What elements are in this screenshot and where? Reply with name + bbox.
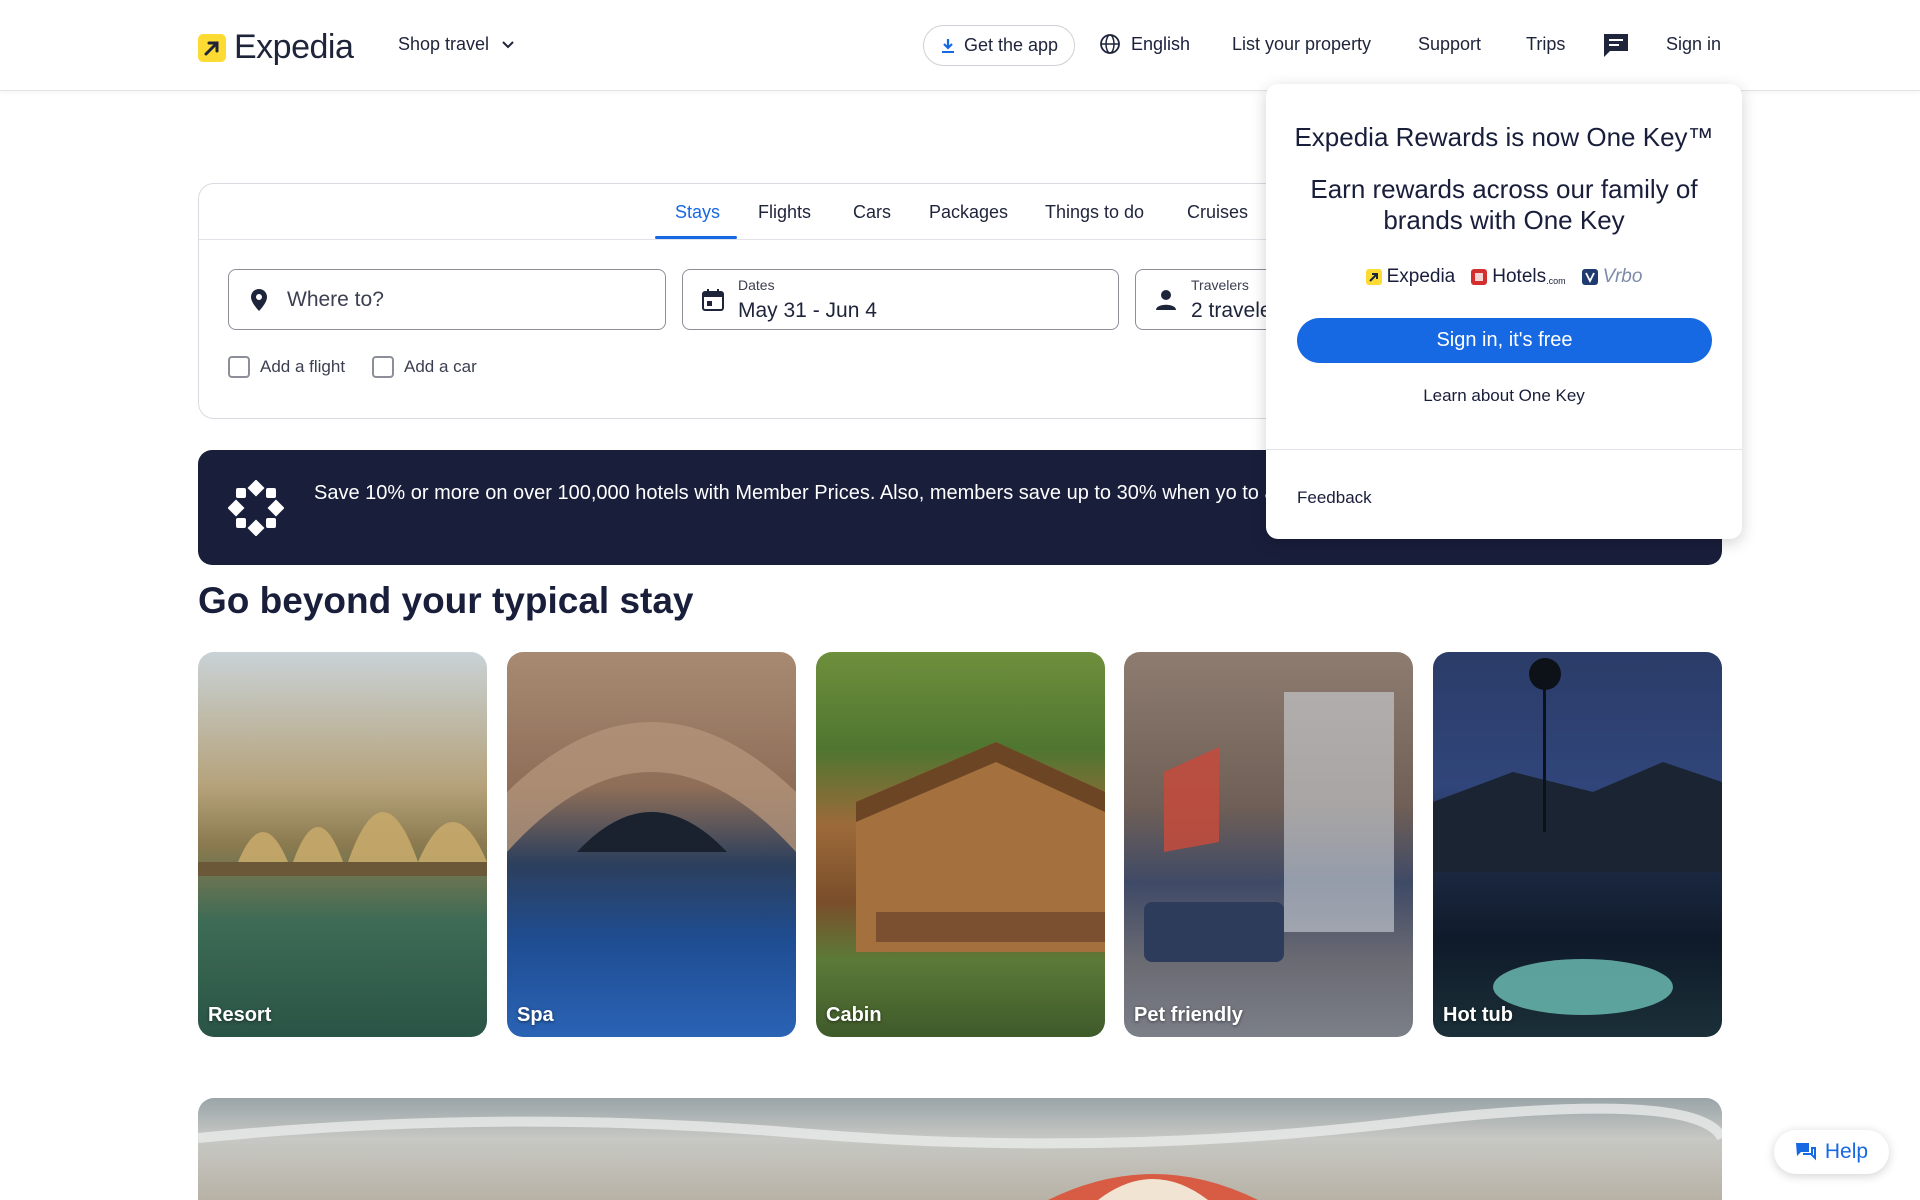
active-tab-indicator — [655, 236, 737, 239]
hotels-brand-label: Hotels — [1492, 266, 1547, 287]
card-label: Resort — [208, 1004, 272, 1026]
get-app-label: Get the app — [964, 35, 1059, 55]
expedia-logo[interactable]: Expedia — [198, 28, 354, 67]
destination-placeholder: Where to? — [287, 287, 384, 311]
get-app-button[interactable]: Get the app — [923, 25, 1076, 66]
expedia-brand-label: Expedia — [1386, 266, 1456, 287]
spa-image — [507, 722, 796, 852]
logo-text: Expedia — [234, 28, 354, 66]
top-header: Expedia Shop travel Get the app English … — [0, 0, 1920, 91]
travelers-value: 2 travele — [1191, 299, 1272, 322]
calendar-icon — [701, 288, 725, 312]
pet-friendly-card[interactable]: Pet friendly — [1124, 652, 1413, 1037]
shop-travel-menu[interactable]: Shop travel — [398, 34, 515, 55]
add-car-label: Add a car — [404, 357, 477, 376]
travelers-label: Travelers — [1191, 277, 1249, 293]
checkbox-box — [372, 356, 394, 378]
divider — [1266, 449, 1742, 450]
section-title: Go beyond your typical stay — [198, 580, 694, 621]
help-button[interactable]: Help — [1774, 1130, 1889, 1174]
tab-flights[interactable]: Flights — [758, 202, 811, 223]
tab-packages[interactable]: Packages — [929, 202, 1008, 223]
popover-title: Expedia Rewards is now One Key™ — [1294, 122, 1714, 152]
pet-friendly-image — [1144, 692, 1394, 962]
member-badge-icon — [227, 479, 285, 541]
cabin-image — [856, 742, 1105, 952]
support-link[interactable]: Support — [1418, 34, 1481, 55]
trips-link[interactable]: Trips — [1526, 34, 1565, 55]
promo-image — [198, 1098, 1722, 1200]
add-flight-label: Add a flight — [260, 357, 346, 376]
tab-things-to-do[interactable]: Things to do — [1045, 202, 1144, 223]
resort-card[interactable]: Resort — [198, 652, 487, 1037]
card-label: Pet friendly — [1134, 1004, 1243, 1026]
dates-label: Dates — [738, 277, 775, 293]
vrbo-brand-label: Vrbo — [1602, 266, 1643, 287]
tab-cruises[interactable]: Cruises — [1187, 202, 1248, 223]
card-label: Hot tub — [1443, 1004, 1513, 1026]
add-flight-checkbox[interactable]: Add a flight — [228, 356, 345, 378]
list-property-link[interactable]: List your property — [1232, 34, 1371, 55]
vrbo-brand: Vrbo — [1581, 266, 1643, 288]
expedia-logo-icon — [1365, 269, 1382, 285]
one-key-popover: Expedia Rewards is now One Key™ Earn rew… — [1266, 84, 1742, 539]
language-selector[interactable]: English — [1099, 33, 1190, 55]
spa-card[interactable]: Spa — [507, 652, 796, 1037]
brand-logos: Expedia Hotels .com Vrbo — [1266, 266, 1742, 288]
sign-in-link[interactable]: Sign in — [1666, 34, 1721, 55]
help-label: Help — [1824, 1140, 1869, 1163]
destination-field[interactable]: Where to? — [228, 269, 666, 330]
resort-image — [198, 812, 487, 876]
expedia-logo-icon — [198, 33, 226, 62]
hot-tub-image — [1433, 658, 1722, 1015]
expedia-brand: Expedia — [1365, 266, 1456, 288]
cabin-card[interactable]: Cabin — [816, 652, 1105, 1037]
add-car-checkbox[interactable]: Add a car — [372, 356, 477, 378]
hotels-brand-suffix: .com — [1546, 276, 1566, 286]
message-icon[interactable] — [1602, 32, 1630, 63]
vrbo-logo-icon — [1581, 269, 1598, 285]
chevron-down-icon — [502, 40, 514, 48]
globe-icon — [1100, 34, 1120, 54]
download-icon — [942, 38, 954, 53]
chat-bubbles-icon — [1795, 1143, 1816, 1161]
dates-field[interactable]: Dates May 31 - Jun 4 — [682, 269, 1119, 330]
beach-umbrella-image — [198, 1103, 1722, 1200]
dates-value: May 31 - Jun 4 — [738, 299, 877, 322]
person-icon — [1154, 289, 1178, 311]
tab-stays[interactable]: Stays — [675, 202, 720, 223]
language-label: English — [1131, 33, 1191, 54]
location-pin-icon — [247, 288, 271, 312]
popover-subtitle: Earn rewards across our family of brands… — [1310, 174, 1698, 235]
hot-tub-card[interactable]: Hot tub — [1433, 652, 1722, 1037]
card-label: Cabin — [826, 1004, 882, 1026]
tab-cars[interactable]: Cars — [853, 202, 891, 223]
feedback-link[interactable]: Feedback — [1297, 488, 1372, 508]
card-label: Spa — [517, 1004, 554, 1026]
shop-travel-label: Shop travel — [398, 34, 490, 54]
checkbox-box — [228, 356, 250, 378]
sign-in-free-button[interactable]: Sign in, it's free — [1297, 318, 1712, 363]
learn-one-key-link[interactable]: Learn about One Key — [1266, 386, 1742, 406]
hotels-logo-icon — [1471, 269, 1488, 285]
hotels-brand: Hotels .com — [1471, 266, 1566, 288]
